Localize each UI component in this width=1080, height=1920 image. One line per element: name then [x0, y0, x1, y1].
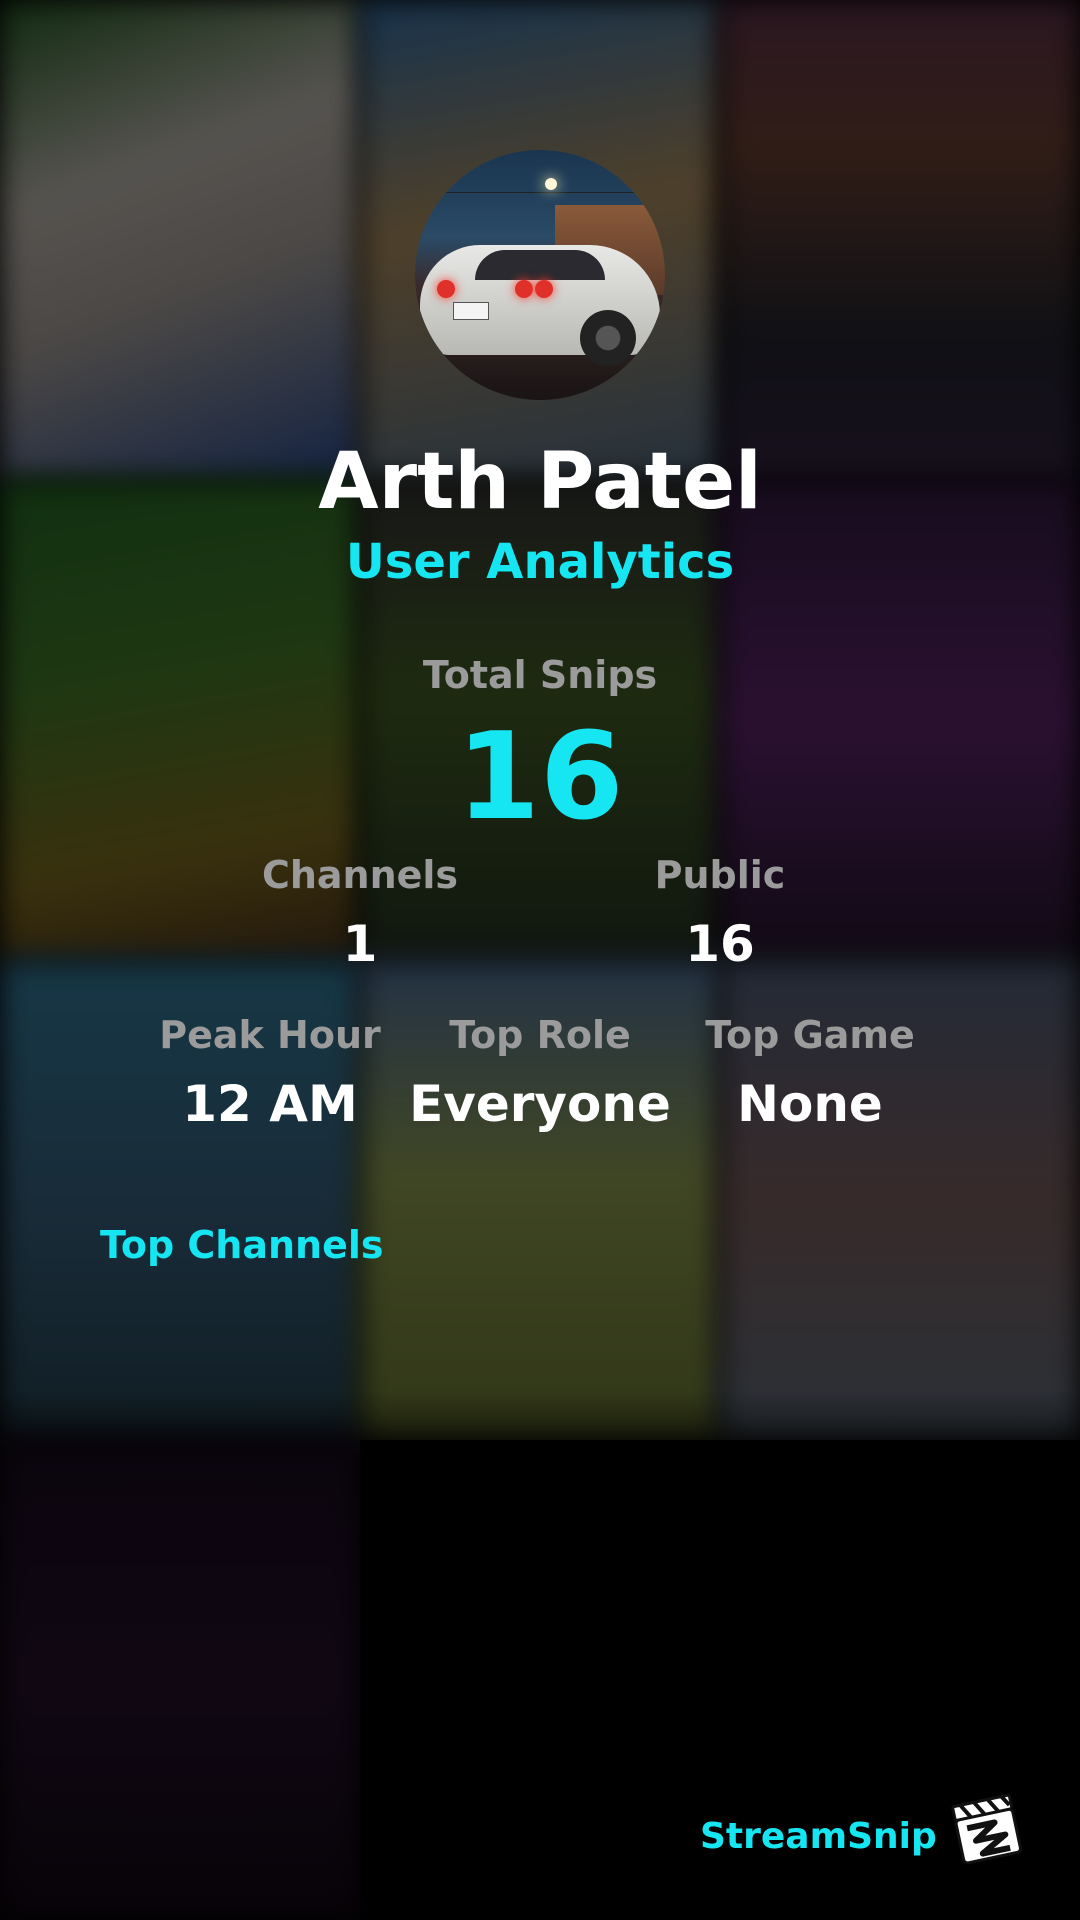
channels-value: 1 — [342, 915, 378, 973]
user-name: Arth Patel — [318, 437, 762, 527]
peak-hour-label: Peak Hour — [159, 1013, 381, 1057]
top-role-value: Everyone — [409, 1075, 671, 1133]
top-game-label: Top Game — [705, 1013, 915, 1057]
public-label: Public — [654, 853, 786, 897]
total-snips-value: 16 — [456, 708, 624, 847]
total-snips-label: Total Snips — [422, 653, 658, 697]
public-value: 16 — [685, 915, 755, 973]
peak-hour-value: 12 AM — [182, 1075, 358, 1133]
clapperboard-icon — [951, 1793, 1022, 1865]
channels-label: Channels — [261, 853, 459, 897]
avatar — [415, 150, 665, 400]
brand-name: StreamSnip — [700, 1816, 937, 1857]
analytics-card: Arth Patel User Analytics Total Snips 16… — [0, 0, 1080, 1920]
page-subtitle: User Analytics — [345, 534, 735, 590]
top-channels-heading: Top Channels — [100, 1223, 384, 1267]
top-role-label: Top Role — [449, 1013, 631, 1057]
top-game-value: None — [737, 1075, 883, 1133]
